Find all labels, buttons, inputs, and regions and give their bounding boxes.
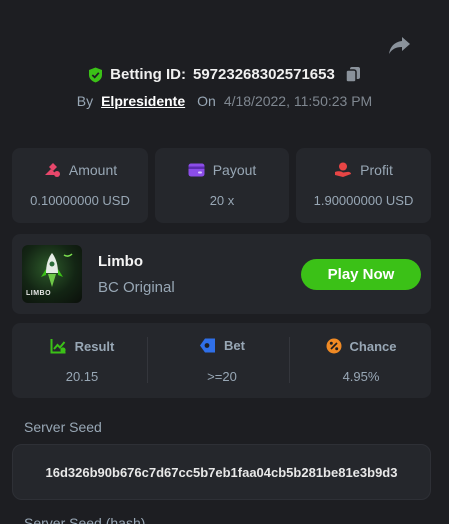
result-card: Result 20.15 Bet >=20 Chance 4.95% (12, 323, 431, 398)
result-label: Result (74, 338, 115, 354)
payout-label: Payout (212, 162, 257, 178)
by-label: By (76, 93, 94, 109)
betting-id-row: Betting ID: 59723268302571653 (0, 66, 449, 83)
result-value: 20.15 (65, 369, 99, 384)
chance-label: Chance (349, 338, 397, 354)
share-button[interactable] (388, 35, 412, 57)
chance-percent-icon (326, 338, 342, 354)
coins-icon (44, 163, 60, 177)
server-seed-hash-label: Server Seed (hash) (24, 515, 146, 524)
shield-check-icon (89, 67, 103, 82)
result-column: Result 20.15 (12, 323, 152, 398)
profit-value: 1.90000000 USD (313, 193, 414, 208)
amount-label: Amount (68, 162, 118, 178)
game-thumbnail-text: LIMBO (26, 290, 52, 297)
game-provider: BC Original (98, 279, 175, 296)
game-card: LIMBO Limbo BC Original Play Now (12, 234, 431, 314)
bet-value: >=20 (207, 369, 237, 384)
author-date-row: By Elpresidente On 4/18/2022, 11:50:23 P… (0, 93, 449, 109)
chance-value: 4.95% (342, 369, 380, 384)
author-link[interactable]: Elpresidente (101, 93, 185, 109)
bet-tag-icon (200, 338, 216, 353)
chance-column: Chance 4.95% (291, 323, 431, 398)
betting-id-label: Betting ID: (110, 66, 186, 83)
bet-column: Bet >=20 (152, 323, 292, 398)
share-icon (389, 37, 410, 54)
profit-label: Profit (360, 162, 393, 178)
game-name[interactable]: Limbo (98, 253, 143, 270)
on-label: On (197, 93, 216, 109)
amount-box: Amount 0.10000000 USD (12, 148, 148, 223)
play-now-button[interactable]: Play Now (301, 259, 421, 290)
divider (147, 337, 148, 383)
server-seed-label: Server Seed (24, 419, 102, 435)
bet-label: Bet (224, 338, 245, 353)
payout-box: Payout 20 x (155, 148, 289, 223)
payout-value: 20 x (209, 193, 235, 208)
game-thumbnail[interactable]: LIMBO (22, 245, 82, 303)
result-chart-icon (50, 339, 66, 354)
betting-id-value: 59723268302571653 (193, 66, 335, 83)
bet-date: 4/18/2022, 11:50:23 PM (223, 93, 373, 109)
divider (289, 337, 290, 383)
profit-box: Profit 1.90000000 USD (296, 148, 431, 223)
amount-value: 0.10000000 USD (30, 193, 130, 208)
card-icon (188, 163, 205, 177)
server-seed-field[interactable]: 16d326b90b676c7d67cc5b7eb1faa04cb5b281be… (12, 444, 431, 500)
copy-icon[interactable] (345, 66, 361, 83)
profit-hand-icon (335, 162, 352, 177)
